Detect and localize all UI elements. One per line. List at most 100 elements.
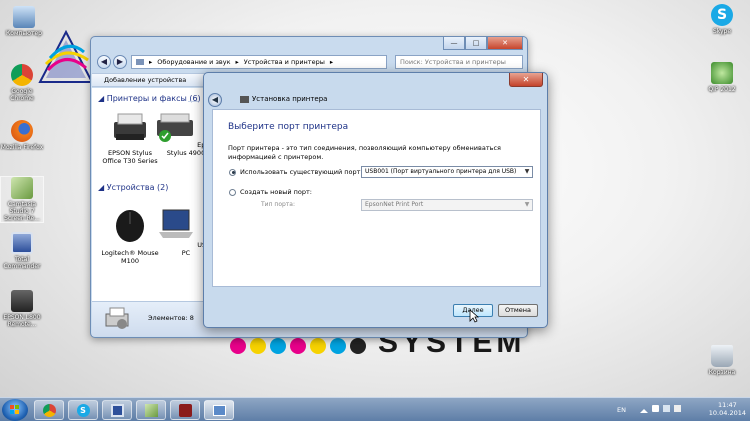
printers-group-header[interactable]: ◢ Принтеры и факсы (6) xyxy=(98,94,201,103)
desktop-icon-total-commander[interactable]: Total Commander xyxy=(0,232,44,270)
breadcrumb-item[interactable]: Устройства и принтеры xyxy=(244,58,325,66)
desktop-icon-skype[interactable]: S Skype xyxy=(700,4,744,35)
dialog-body: Выберите порт принтера Порт принтера - э… xyxy=(212,109,541,287)
desktop-icon-camtasia[interactable]: Camtasia Studio 7 Screen Re... xyxy=(0,176,44,223)
port-type-label: Тип порта: xyxy=(261,201,295,208)
close-button[interactable]: ✕ xyxy=(487,37,523,50)
desktop-icon-label: Google Chrome xyxy=(10,88,34,102)
taskbar-skype-button[interactable]: S xyxy=(68,400,98,420)
printers-group-label: Принтеры и факсы (6) xyxy=(106,94,201,103)
dialog-description: Порт принтера - это тип соединения, позв… xyxy=(228,144,501,161)
printer-item-epson-t30[interactable]: EPSON Stylus Office T30 Series xyxy=(98,110,162,165)
devices-group-header[interactable]: ◢ Устройства (2) xyxy=(98,183,168,192)
mouse-icon xyxy=(116,210,144,242)
remote-desktop-icon xyxy=(212,404,226,416)
floppy-icon xyxy=(11,232,33,254)
desktop-icon-label: Camtasia Studio 7 Screen Re... xyxy=(4,201,40,222)
desktop-icon-label: Skype xyxy=(712,28,732,35)
printer-icon xyxy=(114,113,146,140)
windows-logo-icon xyxy=(10,405,19,414)
language-indicator[interactable]: EN xyxy=(617,406,626,414)
chrome-icon xyxy=(42,403,56,417)
taskbar-camtasia-button[interactable] xyxy=(136,400,166,420)
radio-selected-icon xyxy=(229,168,236,176)
breadcrumb-item[interactable]: Оборудование и звук xyxy=(157,58,230,66)
collapse-icon: ◢ xyxy=(98,94,107,103)
desktop-icon-qip[interactable]: QIP 2012 xyxy=(700,62,744,93)
window-controls: — □ ✕ xyxy=(443,37,523,50)
desktop-icon-computer[interactable]: Компьютер xyxy=(2,6,46,37)
taskbar: S EN 11:47 10.04.2014 xyxy=(0,397,750,421)
divider xyxy=(188,101,198,102)
floppy-icon xyxy=(110,403,124,417)
printer-icon xyxy=(157,113,194,142)
desktop-icon-label: Корзина xyxy=(708,369,736,376)
clock-time: 11:47 xyxy=(718,401,737,409)
desktop-icon-label: QIP 2012 xyxy=(708,86,736,93)
printer-icon xyxy=(240,95,249,103)
taskbar-total-commander-button[interactable] xyxy=(102,400,132,420)
dialog-heading: Выберите порт принтера xyxy=(228,122,349,132)
camtasia-icon xyxy=(144,403,158,417)
cancel-button[interactable]: Отмена xyxy=(498,304,538,317)
address-bar[interactable]: ▸ Оборудование и звук ▸ Устройства и при… xyxy=(131,55,387,69)
taskbar-remote-desktop-button[interactable] xyxy=(204,400,234,420)
maximize-button[interactable]: □ xyxy=(465,37,487,50)
radio-unselected-icon xyxy=(229,188,236,196)
device-label: Logitech® Mouse M100 xyxy=(101,249,159,265)
minimize-button[interactable]: — xyxy=(443,37,465,50)
devices-group-label: Устройства (2) xyxy=(106,183,169,192)
desktop-icon-label: Компьютер xyxy=(6,30,42,37)
dialog-back-button[interactable]: ◀ xyxy=(208,93,222,107)
dialog-close-button[interactable]: ✕ xyxy=(509,73,543,87)
desktop-icon-label: EPSON L800 Remote... xyxy=(3,314,41,328)
desktop-icon-firefox[interactable]: Mozilla Firefox xyxy=(0,120,44,151)
flag-icon[interactable] xyxy=(652,405,659,412)
forward-button[interactable]: ▶ xyxy=(113,55,127,69)
device-label: EPSON Stylus Office T30 Series xyxy=(102,149,158,165)
volume-icon[interactable] xyxy=(674,405,681,412)
back-button[interactable]: ◀ xyxy=(97,55,111,69)
brand-logo xyxy=(38,30,94,83)
folder-icon xyxy=(136,59,144,65)
breadcrumb-separator: ▸ xyxy=(329,58,334,66)
breadcrumb-separator: ▸ xyxy=(235,58,239,66)
collapse-icon: ◢ xyxy=(98,183,107,192)
desktop-icon-label: Mozilla Firefox xyxy=(0,144,44,151)
desktop-icon-chrome[interactable]: Google Chrome xyxy=(0,64,44,102)
port-type-select[interactable]: EpsonNet Print Port ▼ xyxy=(361,199,533,211)
capture-icon xyxy=(178,403,192,417)
existing-port-label: Использовать существующий порт: xyxy=(240,168,363,176)
new-port-label: Создать новый порт: xyxy=(240,188,312,196)
chrome-icon xyxy=(11,64,33,86)
computer-icon xyxy=(13,6,35,28)
port-type-value: EpsonNet Print Port xyxy=(365,201,424,208)
existing-port-value: USB001 (Порт виртуального принтера для U… xyxy=(365,168,517,175)
device-item-logitech-mouse[interactable]: Logitech® Mouse M100 xyxy=(98,204,162,265)
dialog-title-text: Установка принтера xyxy=(252,95,328,103)
clock[interactable]: 11:47 10.04.2014 xyxy=(709,401,746,417)
add-device-button[interactable]: Добавление устройства xyxy=(104,76,186,84)
breadcrumb-separator: ▸ xyxy=(149,58,153,66)
skype-icon: S xyxy=(711,4,733,26)
desktop-icon-label: Total Commander xyxy=(3,256,41,270)
network-icon[interactable] xyxy=(663,405,670,412)
tray-expand-icon[interactable] xyxy=(640,405,648,413)
firefox-icon xyxy=(11,120,33,142)
search-input[interactable]: Поиск: Устройства и принтеры xyxy=(395,55,523,69)
taskbar-chrome-button[interactable] xyxy=(34,400,64,420)
chevron-down-icon: ▼ xyxy=(524,201,530,208)
start-button[interactable] xyxy=(2,399,28,421)
desktop-icon-recycle-bin[interactable]: Корзина xyxy=(700,345,744,376)
chevron-down-icon: ▼ xyxy=(524,168,530,175)
recycle-bin-icon xyxy=(711,345,733,367)
skype-icon: S xyxy=(76,403,90,417)
existing-port-radio[interactable]: Использовать существующий порт: xyxy=(229,168,363,176)
new-port-radio[interactable]: Создать новый порт: xyxy=(229,188,312,196)
taskbar-capture-button[interactable] xyxy=(170,400,200,420)
laptop-icon xyxy=(159,209,194,238)
mouse-cursor-icon xyxy=(469,309,479,323)
existing-port-select[interactable]: USB001 (Порт виртуального принтера для U… xyxy=(361,166,533,178)
clock-date: 10.04.2014 xyxy=(708,409,746,417)
desktop-icon-epson[interactable]: EPSON L800 Remote... xyxy=(0,290,44,328)
